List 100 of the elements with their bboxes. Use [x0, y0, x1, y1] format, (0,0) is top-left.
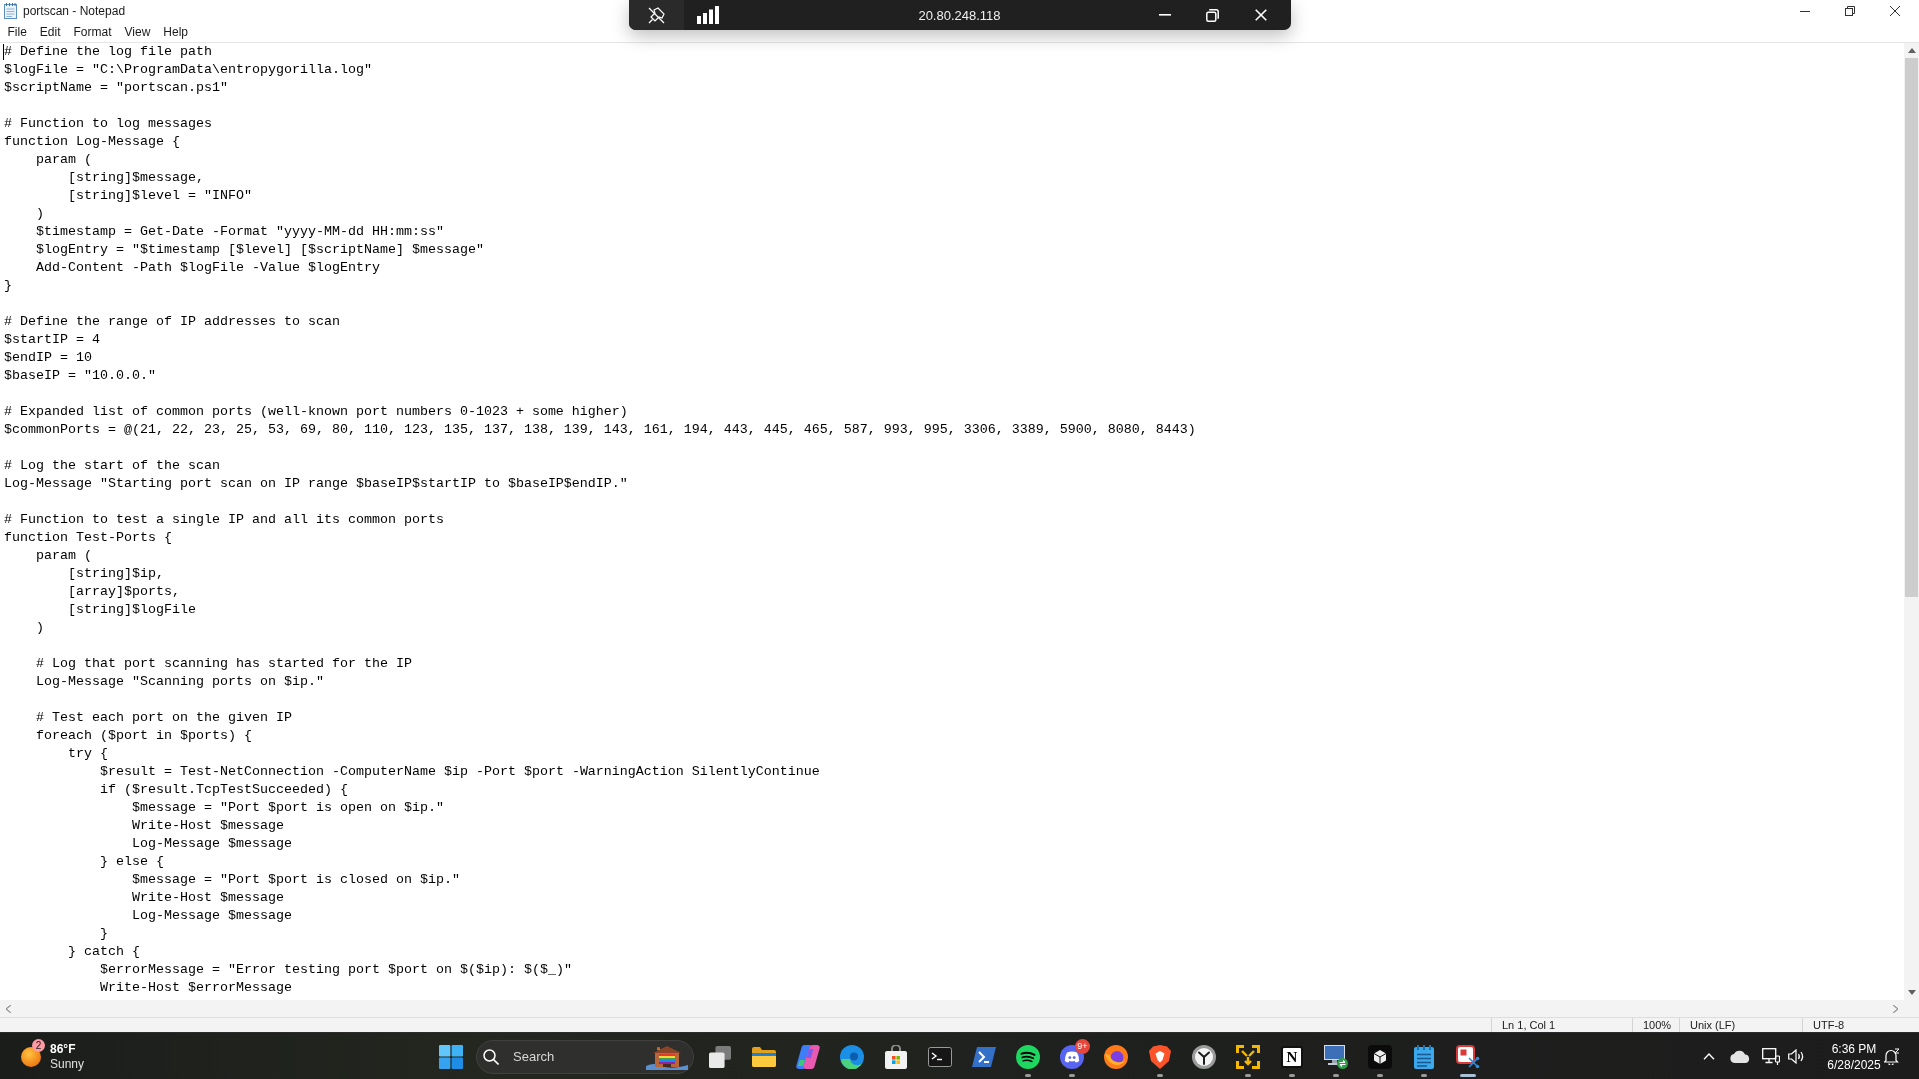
- code-line: Log-Message "Scanning ports on $ip.": [36, 674, 324, 689]
- chevron-up-icon[interactable]: [1703, 1053, 1715, 1060]
- code-line: # Expanded list of common ports (well-known port numbers 0-1023 + some higher): [4, 404, 628, 419]
- code-line: }: [100, 926, 108, 941]
- code-line: ): [36, 620, 44, 635]
- code-line: # Function to test a single IP and all its common ports: [4, 512, 444, 527]
- clock-icon[interactable]: [1192, 1044, 1216, 1069]
- code-line: $message = "Port $port is closed on $ip.": [132, 872, 460, 887]
- code-line: function Test-Ports {: [4, 530, 172, 545]
- notepad-icon[interactable]: [1414, 1044, 1434, 1069]
- code-line: try {: [68, 746, 108, 761]
- pin-button[interactable]: [628, 0, 684, 30]
- globe-icon[interactable]: [1104, 1044, 1128, 1069]
- monitor-icon[interactable]: [1324, 1044, 1348, 1069]
- search-icon: [483, 1048, 499, 1065]
- network-icon[interactable]: [1762, 1048, 1780, 1065]
- menu-item[interactable]: View: [118, 23, 157, 41]
- horizontal-scrollbar[interactable]: [0, 1000, 1919, 1017]
- code-line: Log-Message $message: [132, 836, 292, 851]
- code-line: # Define the log file path: [4, 44, 212, 59]
- code-line: Write-Host $message: [132, 818, 284, 833]
- code-line: [string]$level = "INFO": [68, 188, 252, 203]
- signal-bars-icon: [696, 6, 719, 24]
- code-line: [array]$ports,: [68, 584, 180, 599]
- minimize-icon: [1799, 10, 1810, 12]
- close-icon: [1889, 6, 1900, 16]
- speaker-icon[interactable]: [1787, 1049, 1805, 1064]
- start-icon[interactable]: [439, 1044, 463, 1069]
- code-line: param (: [36, 152, 92, 167]
- code-line: function Log-Message {: [4, 134, 180, 149]
- corner-arrows-icon[interactable]: [1236, 1044, 1260, 1069]
- building-flag-icon: [646, 1043, 688, 1070]
- cube-icon[interactable]: [1368, 1044, 1392, 1069]
- code-line: # Function to log messages: [4, 116, 212, 131]
- search-field[interactable]: Search: [476, 1039, 694, 1074]
- scissors-icon[interactable]: [1456, 1044, 1480, 1069]
- pin-slash-icon: [647, 6, 665, 24]
- clock-time[interactable]: 6:36 PM: [1831, 1040, 1877, 1057]
- code-line: # Log the start of the scan: [4, 458, 220, 473]
- notepad-icon: [4, 3, 17, 19]
- text-cursor: [3, 44, 4, 60]
- code-line: param (: [36, 548, 92, 563]
- code-line: $commonPorts = @(21, 22, 23, 25, 53, 69, 80, 110, 123, 135, 137, 138, 139, 143, 161, 194, 443, 445, 465, 587, 993, 995, 3306, 3389, 5900, 8080, 8443): [4, 422, 1196, 437]
- vertical-scrollbar[interactable]: [1904, 43, 1919, 1000]
- code-line: $logFile = "C:\ProgramData\entropygorilla.log": [4, 62, 372, 77]
- terminal-icon[interactable]: [928, 1046, 952, 1067]
- scroll-up-icon[interactable]: [1907, 48, 1916, 53]
- sound-arcs-icon[interactable]: [1016, 1044, 1040, 1069]
- code-line: # Log that port scanning has started for the IP: [36, 656, 412, 671]
- code-line: Log-Message $message: [132, 908, 292, 923]
- menu-item[interactable]: File: [1, 23, 34, 41]
- code-line: [string]$logFile: [68, 602, 196, 617]
- shopping-bag-icon[interactable]: [885, 1044, 907, 1069]
- task-view-icon[interactable]: [709, 1045, 731, 1068]
- minimize-icon: [1158, 14, 1171, 16]
- code-line: $startIP = 4: [4, 332, 100, 347]
- menu-item[interactable]: Help: [156, 23, 195, 41]
- code-line: $baseIP = "10.0.0.": [4, 368, 156, 383]
- remote-address: 20.80.248.118: [918, 7, 1001, 23]
- restore-icon: [1206, 8, 1219, 22]
- code-line: $endIP = 10: [4, 350, 92, 365]
- cloud-icon[interactable]: [1730, 1050, 1750, 1063]
- code-line: $errorMessage = "Error testing port $port on $($ip): $($_)": [100, 962, 572, 977]
- swirl-icon[interactable]: [796, 1044, 820, 1069]
- window-title: portscan - Notepad: [23, 4, 126, 18]
- code-line: Write-Host $message: [132, 890, 284, 905]
- code-line: [string]$ip,: [68, 566, 164, 581]
- bell-icon[interactable]: [1884, 1048, 1900, 1065]
- code-line: } catch {: [68, 944, 140, 959]
- scroll-down-icon[interactable]: [1907, 990, 1916, 995]
- menu-item[interactable]: Edit: [33, 23, 68, 41]
- code-line: Write-Host $errorMessage: [100, 980, 292, 995]
- folder-icon[interactable]: [752, 1046, 776, 1067]
- code-line: $timestamp = Get-Date -Format "yyyy-MM-dd HH:mm:ss": [36, 224, 444, 239]
- close-icon: [1254, 9, 1267, 21]
- code-line: if ($result.TcpTestSucceeded) {: [100, 782, 348, 797]
- scroll-right-icon[interactable]: [1893, 1004, 1898, 1013]
- notification-badge: 2: [32, 1038, 45, 1052]
- wave-circle-icon[interactable]: [840, 1044, 864, 1069]
- scroll-left-icon[interactable]: [6, 1004, 11, 1013]
- scroll-thumb[interactable]: [1905, 58, 1918, 597]
- code-line: }: [4, 278, 12, 293]
- code-line: $logEntry = "$timestamp [$level] [$scriptName] $message": [36, 242, 484, 257]
- prompt-chevron-icon[interactable]: [972, 1046, 996, 1067]
- code-line: # Define the range of IP addresses to scan: [4, 314, 340, 329]
- code-line: Add-Content -Path $logFile -Value $logEntry: [36, 260, 380, 275]
- menu-item[interactable]: Format: [67, 23, 119, 41]
- code-line: # Test each port on the given IP: [36, 710, 292, 725]
- code-line: } else {: [100, 854, 164, 869]
- taskbar-app-button[interactable]: N: [1281, 1045, 1303, 1068]
- weather-condition-text: Sunny: [50, 1056, 85, 1072]
- code-line: foreach ($port in $ports) {: [36, 728, 252, 743]
- clock-date[interactable]: 6/28/2025: [1827, 1056, 1881, 1073]
- shield-icon[interactable]: [1149, 1044, 1171, 1069]
- code-line: $message = "Port $port is open on $ip.": [132, 800, 444, 815]
- temperature-text: 86°F: [50, 1041, 77, 1057]
- code-line: ): [36, 206, 44, 221]
- code-line: [string]$message,: [68, 170, 204, 185]
- notification-badge: 9+: [1075, 1038, 1090, 1054]
- restore-icon: [1844, 6, 1855, 16]
